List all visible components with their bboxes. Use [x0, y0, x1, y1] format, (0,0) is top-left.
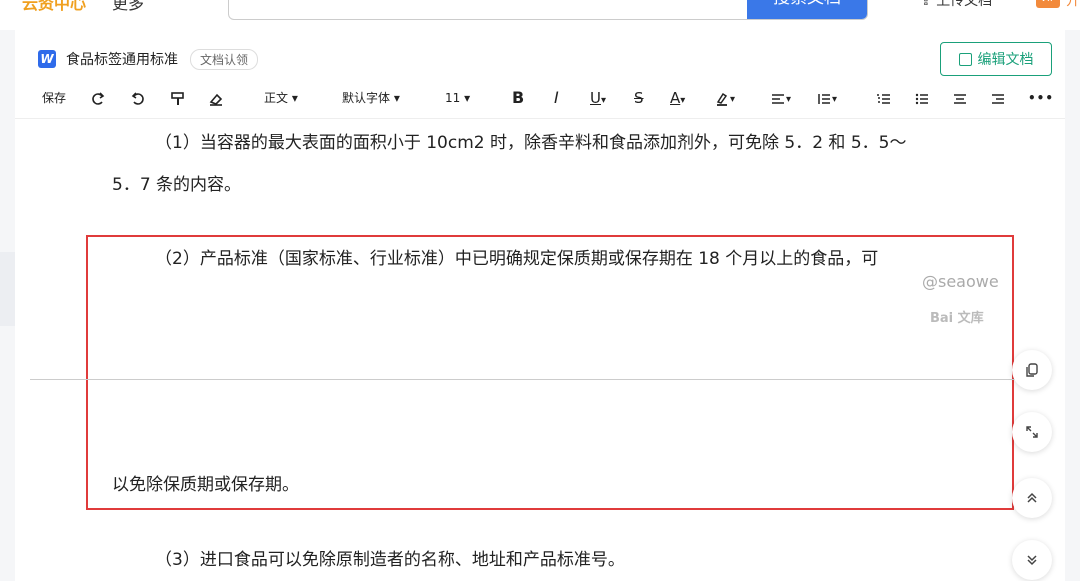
highlight-color-icon[interactable]: ▾ [714, 86, 735, 110]
word-doc-icon: W [38, 50, 56, 68]
paragraph-style-value: 正文 [264, 91, 289, 105]
font-size-select[interactable]: 11 ▾ [445, 86, 470, 110]
font-family-select[interactable]: 默认字体 ▾ [342, 86, 400, 110]
search-button[interactable]: 搜索文档 [747, 0, 867, 19]
document-title: 食品标签通用标准 [66, 52, 178, 68]
chevron-down-icon: ▾ [680, 95, 686, 106]
bullet-list-icon[interactable] [914, 86, 930, 110]
align-center-icon[interactable] [952, 86, 968, 110]
italic-button[interactable]: I [554, 86, 559, 110]
line-spacing-icon[interactable]: ▾ [816, 86, 837, 110]
upload-label: 上传文档 [936, 0, 993, 9]
search-input[interactable]: 搜索文档 [228, 0, 868, 20]
font-size-value: 11 [445, 91, 461, 105]
chevron-down-icon: ▾ [600, 95, 607, 106]
paragraph-1-line-1: （1）当容器的最大表面的面积小于 10cm2 时，除香辛料和食品添加剂外，可免除… [155, 133, 907, 153]
top-navigation-bar: 云资中心 更多 搜索文档 ⇪ 上传文档 VIP 开 [0, 0, 1080, 30]
vip-label[interactable]: 开 [1066, 0, 1080, 10]
font-family-value: 默认字体 [342, 91, 391, 105]
strikethrough-button[interactable]: S [634, 86, 644, 110]
toolbar-divider [15, 118, 1065, 119]
scroll-to-top-icon[interactable] [1012, 478, 1052, 518]
edit-icon [958, 52, 972, 66]
claim-document-badge[interactable]: 文档认领 [190, 48, 259, 70]
align-right-icon[interactable] [990, 86, 1006, 110]
copy-icon[interactable] [1012, 350, 1052, 390]
upload-document-link[interactable]: ⇪ 上传文档 [920, 0, 992, 10]
align-icon[interactable]: ▾ [770, 86, 791, 110]
highlight-selection-box [86, 235, 1014, 510]
nav-more[interactable]: 更多 [112, 0, 144, 14]
font-color-button[interactable]: A▾ [670, 86, 685, 110]
scroll-to-bottom-icon[interactable] [1012, 540, 1052, 580]
chevron-down-icon: ▾ [464, 91, 471, 105]
vip-badge-icon[interactable]: VIP [1036, 0, 1060, 8]
underline-button[interactable]: U▾ [590, 86, 606, 110]
upload-icon: ⇪ [920, 0, 937, 9]
baidu-wenku-watermark: Bai 文库 [930, 311, 984, 326]
watermark-handle: @seaowe [922, 272, 999, 291]
paragraph-1-line-2: 5．7 条的内容。 [112, 175, 242, 195]
more-options-button[interactable]: ••• [1028, 86, 1054, 110]
left-side-strip [0, 252, 15, 326]
paragraph-3-line-1: （3）进口食品可以免除原制造者的名称、地址和产品标准号。 [155, 550, 625, 570]
eraser-icon[interactable] [208, 86, 224, 110]
font-color-label: A [670, 89, 681, 107]
format-painter-icon[interactable] [170, 86, 186, 110]
fullscreen-icon[interactable] [1012, 412, 1052, 452]
ordered-list-icon[interactable] [876, 86, 892, 110]
bold-button[interactable]: B [512, 86, 524, 110]
paragraph-style-select[interactable]: 正文 ▾ [264, 86, 298, 110]
redo-icon[interactable] [90, 86, 106, 110]
undo-icon[interactable] [130, 86, 146, 110]
chevron-down-icon: ▾ [393, 91, 400, 105]
document-header: W 食品标签通用标准 文档认领 [38, 48, 259, 70]
underline-label: U [590, 89, 601, 107]
edit-document-label: 编辑文档 [977, 52, 1034, 68]
edit-document-button[interactable]: 编辑文档 [940, 42, 1052, 76]
paragraph-2-line-2: 以免除保质期或保存期。 [112, 475, 299, 495]
save-button[interactable]: 保存 [42, 86, 66, 110]
page-break-line [30, 379, 1030, 380]
editor-toolbar: 保存 正文 ▾ 默认字体 ▾ 11 ▾ B I U▾ S A▾ ▾ ▾ ▾ ••… [42, 86, 1054, 110]
chevron-down-icon: ▾ [291, 91, 298, 105]
paragraph-2-line-1: （2）产品标准（国家标准、行业标准）中已明确规定保质期或保存期在 18 个月以上… [155, 249, 879, 269]
nav-resource-center[interactable]: 云资中心 [22, 0, 86, 14]
